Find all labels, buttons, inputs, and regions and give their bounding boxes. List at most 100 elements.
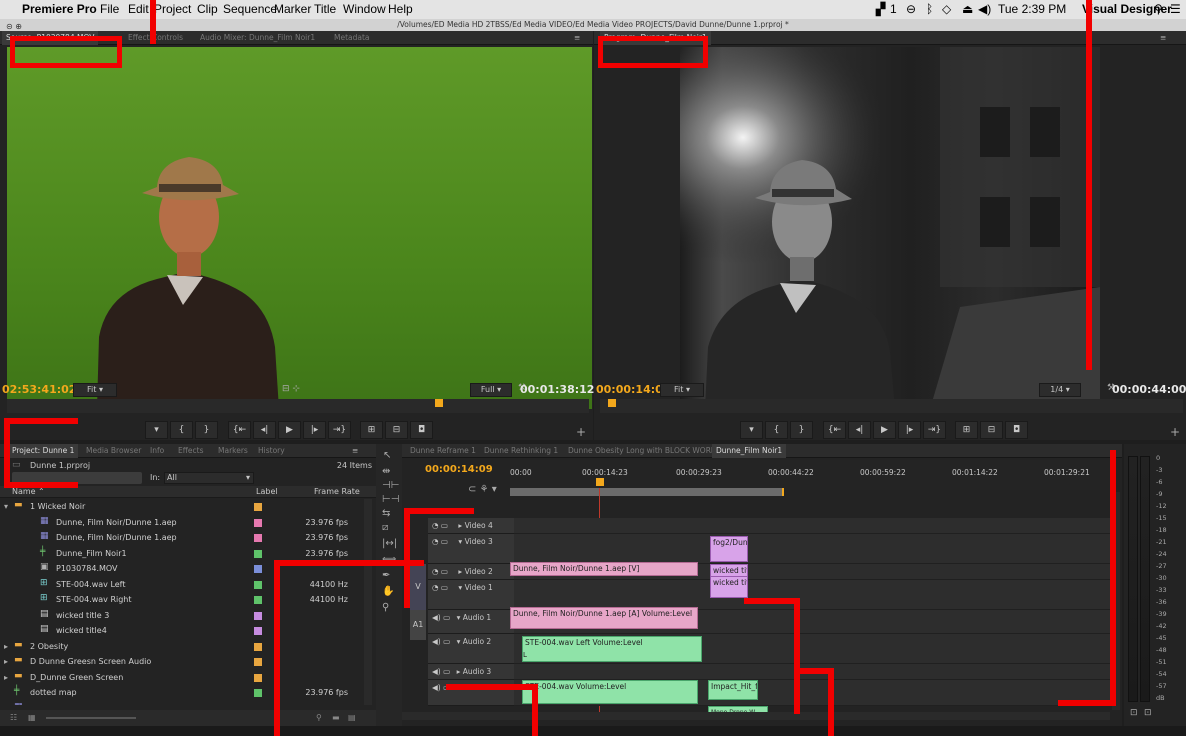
track-header-video1[interactable]: ◔ ▭ ▾ Video 1 bbox=[428, 580, 514, 610]
icon-view-icon[interactable]: ▦ bbox=[28, 710, 36, 726]
track-header-audio3[interactable]: ◀) ▭ ▸ Audio 3 bbox=[428, 664, 514, 680]
snap-icon[interactable]: ⊂ ⚘ ▾ bbox=[468, 484, 497, 495]
project-row[interactable]: ╪ dotted map 23.976 fps bbox=[0, 685, 375, 700]
rolling-edit-tool-icon[interactable]: ⊢⊣ bbox=[382, 494, 399, 505]
column-frame-rate[interactable]: Frame Rate bbox=[314, 486, 360, 498]
menu-marker[interactable]: Marker bbox=[274, 2, 311, 16]
wifi-icon[interactable]: ◇ bbox=[942, 2, 951, 16]
menu-edit[interactable]: Edit bbox=[128, 2, 149, 16]
time-machine-icon[interactable]: ⊖ bbox=[906, 2, 916, 16]
disclosure-triangle-icon[interactable]: ▸ bbox=[4, 670, 8, 685]
disclosure-triangle-icon[interactable]: ▸ bbox=[4, 654, 8, 669]
go-to-out-button[interactable]: ⇥} bbox=[923, 421, 946, 439]
adobe-status-icon[interactable]: ▞ bbox=[876, 2, 885, 16]
meter-mute-icon[interactable]: ⊡ bbox=[1144, 708, 1152, 718]
overwrite-button[interactable]: ⊟ bbox=[385, 421, 408, 439]
ripple-edit-tool-icon[interactable]: ⊣⊢ bbox=[382, 480, 399, 491]
tab-media-browser[interactable]: Media Browser bbox=[86, 446, 141, 455]
go-to-in-button[interactable]: {⇤ bbox=[823, 421, 846, 439]
notifications-icon[interactable]: ☰ bbox=[1170, 2, 1181, 16]
zoom-slider[interactable] bbox=[46, 717, 136, 719]
mark-in-button[interactable]: { bbox=[765, 421, 788, 439]
panel-menu-icon[interactable]: ≡ bbox=[352, 446, 358, 455]
step-back-button[interactable]: ◂| bbox=[848, 421, 871, 439]
program-playhead[interactable] bbox=[608, 399, 616, 407]
project-row[interactable]: ▦ Dunne, Film Noir/Dunne 1.aep 23.976 fps bbox=[0, 515, 375, 530]
app-menu[interactable]: Premiere Pro bbox=[22, 2, 97, 16]
menu-clip[interactable]: Clip bbox=[197, 2, 218, 16]
mark-out-button[interactable]: } bbox=[195, 421, 218, 439]
project-row[interactable]: ⊞ STE-004.wav Left 44100 Hz bbox=[0, 577, 375, 592]
panel-menu-icon[interactable]: ≡ bbox=[1160, 33, 1166, 42]
project-row[interactable]: ▤ wicked title4 bbox=[0, 623, 375, 638]
step-back-button[interactable]: ◂| bbox=[253, 421, 276, 439]
program-fit-dropdown[interactable]: Fit ▾ bbox=[660, 383, 704, 397]
new-item-icon[interactable]: ▤ bbox=[348, 710, 356, 726]
project-row[interactable]: ▸ ▬ D Dunne Greesn Screen Audio bbox=[0, 654, 375, 669]
label-swatch[interactable] bbox=[254, 689, 262, 697]
add-marker-button[interactable]: ▾ bbox=[145, 421, 168, 439]
clip-wicked-title-v1[interactable]: wicked titl bbox=[710, 576, 748, 598]
tab-sequence-reframe[interactable]: Dunne Reframe 1 bbox=[410, 446, 476, 455]
source-resolution-dropdown[interactable]: Full ▾ bbox=[470, 383, 512, 397]
clip-ste-wav[interactable]: STE-004.wav Volume:Level bbox=[522, 680, 698, 704]
tab-info[interactable]: Info bbox=[150, 446, 164, 455]
menu-title[interactable]: Title bbox=[314, 2, 336, 16]
track-header-video3[interactable]: ◔ ▭ ▾ Video 3 bbox=[428, 534, 514, 564]
tab-sequence-obesity[interactable]: Dunne Obesity Long with BLOCK WORDs bbox=[568, 446, 721, 455]
find-icon[interactable]: ⚲ bbox=[316, 710, 322, 726]
play-button[interactable]: ▶ bbox=[873, 421, 896, 439]
menu-project[interactable]: Project bbox=[154, 2, 191, 16]
add-marker-button[interactable]: ▾ bbox=[740, 421, 763, 439]
go-to-in-button[interactable]: {⇤ bbox=[228, 421, 251, 439]
spotlight-icon[interactable]: ⚲ bbox=[1154, 2, 1163, 16]
label-swatch[interactable] bbox=[254, 518, 262, 527]
source-add-button[interactable]: + bbox=[576, 425, 586, 439]
menu-file[interactable]: File bbox=[100, 2, 119, 16]
program-video-frame[interactable] bbox=[680, 47, 1100, 409]
source-video-frame[interactable] bbox=[7, 47, 592, 409]
timeline-playhead[interactable] bbox=[596, 478, 604, 486]
eject-icon[interactable]: ⏏ bbox=[962, 2, 973, 16]
insert-button[interactable]: ⊞ bbox=[360, 421, 383, 439]
track-header-audio1[interactable]: ◀) ▭ ▾ Audio 1 bbox=[428, 610, 514, 634]
audio-target[interactable]: A1 bbox=[410, 610, 426, 640]
source-scrubber[interactable] bbox=[7, 399, 589, 413]
project-row[interactable]: ▦ Dunne 1 Linked Comp 04/Dunne 1.aep 23.97… bbox=[0, 701, 375, 705]
new-bin-icon[interactable]: ▬ bbox=[332, 710, 340, 726]
project-row[interactable]: ▤ wicked title 3 bbox=[0, 608, 375, 623]
clip-fog[interactable]: fog2/Dunn bbox=[710, 536, 748, 562]
label-swatch[interactable] bbox=[254, 534, 262, 542]
list-view-icon[interactable]: ☷ bbox=[10, 710, 17, 726]
volume-icon[interactable]: ◀) bbox=[978, 2, 991, 16]
tab-effects[interactable]: Effects bbox=[178, 446, 204, 455]
clock[interactable]: Tue 2:39 PM bbox=[998, 2, 1066, 16]
program-scrubber[interactable] bbox=[600, 399, 1183, 413]
step-forward-button[interactable]: |▸ bbox=[303, 421, 326, 439]
label-swatch[interactable] bbox=[254, 611, 262, 620]
timeline-timecode[interactable]: 00:00:14:09 bbox=[425, 464, 493, 475]
label-swatch[interactable] bbox=[254, 565, 262, 573]
project-row[interactable]: ⊞ STE-004.wav Right 44100 Hz bbox=[0, 592, 375, 607]
mark-out-button[interactable]: } bbox=[790, 421, 813, 439]
video-target[interactable]: V bbox=[410, 564, 426, 610]
label-swatch[interactable] bbox=[254, 503, 262, 511]
razor-tool-icon[interactable]: ⧄ bbox=[382, 522, 388, 533]
bluetooth-icon[interactable]: ᛒ bbox=[926, 2, 933, 16]
clip-film-noir-audio[interactable]: Dunne, Film Noir/Dunne 1.aep [A] Volume:… bbox=[510, 607, 698, 629]
export-frame-button[interactable]: ◘ bbox=[410, 421, 433, 439]
label-swatch[interactable] bbox=[254, 596, 262, 604]
tab-audio-mixer[interactable]: Audio Mixer: Dunne_Film Noir1 bbox=[200, 33, 315, 42]
label-swatch[interactable] bbox=[254, 642, 262, 651]
slip-tool-icon[interactable]: |↔| bbox=[382, 538, 397, 549]
project-row[interactable]: ▦ Dunne, Film Noir/Dunne 1.aep 23.976 fps bbox=[0, 530, 375, 545]
label-swatch[interactable] bbox=[254, 704, 262, 705]
meter-solo-icon[interactable]: ⊡ bbox=[1130, 708, 1138, 718]
label-swatch[interactable] bbox=[254, 658, 262, 666]
timeline-hscroll[interactable] bbox=[402, 712, 1110, 720]
pen-tool-icon[interactable]: ✒ bbox=[382, 570, 390, 581]
hand-tool-icon[interactable]: ✋ bbox=[382, 586, 394, 597]
export-frame-button[interactable]: ◘ bbox=[1005, 421, 1028, 439]
menu-sequence[interactable]: Sequence bbox=[223, 2, 277, 16]
track-header-video2[interactable]: ◔ ▭ ▸ Video 2 bbox=[428, 564, 514, 580]
